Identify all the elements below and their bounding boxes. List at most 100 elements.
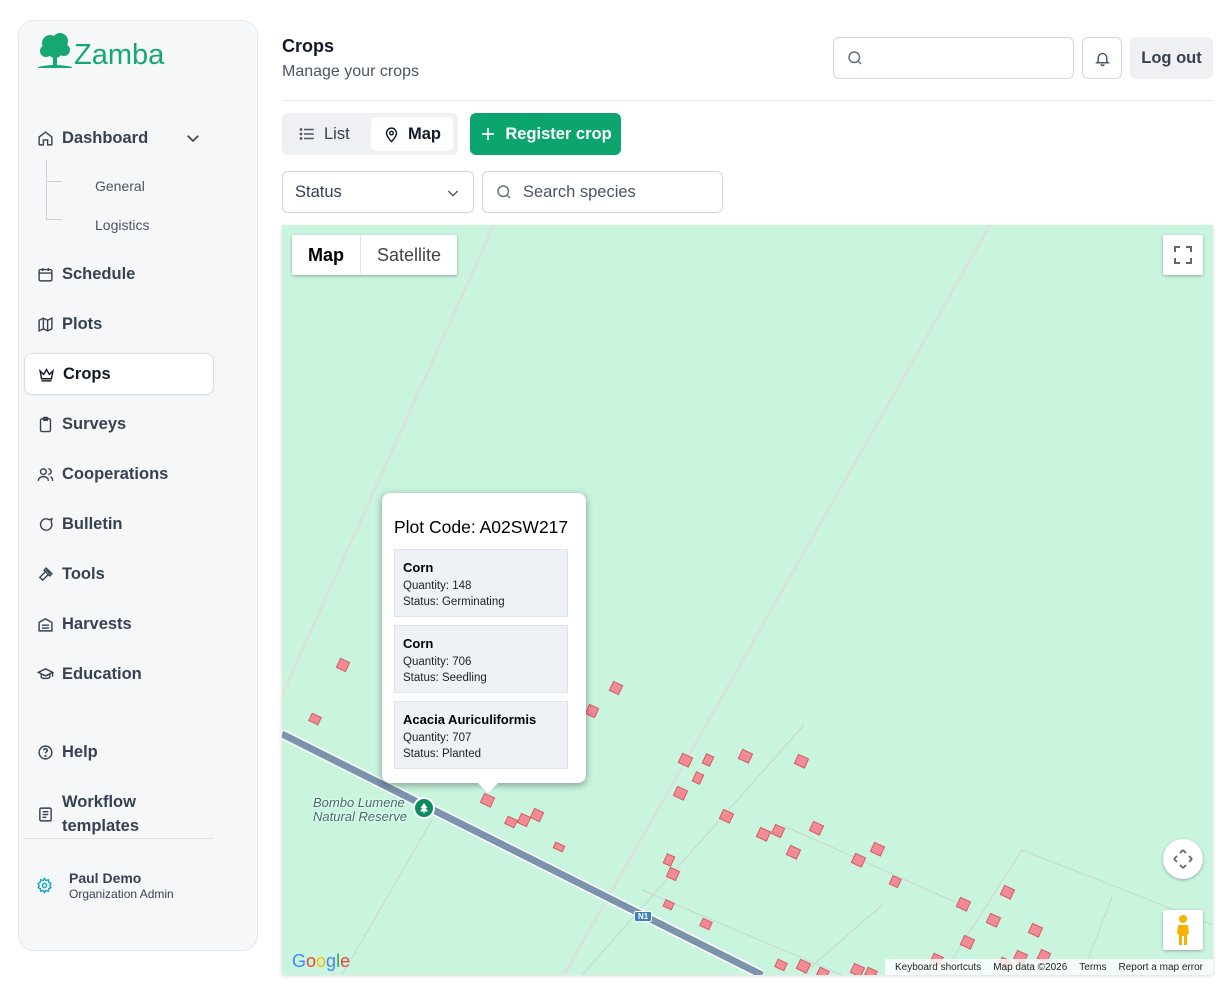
sidebar-item-label: Workflow templates [62,790,139,838]
plot-info-window: Plot Code: A02SW217 Corn Quantity: 148 S… [382,493,586,793]
fullscreen-button[interactable] [1163,235,1203,275]
logout-button[interactable]: Log out [1130,37,1213,79]
sidebar-item-bulletin[interactable]: Bulletin [24,503,214,545]
crop-card[interactable]: Acacia Auriculiformis Quantity: 707 Stat… [394,701,568,769]
crop-list: Corn Quantity: 148 Status: Germinating C… [394,549,568,777]
sidebar-item-education[interactable]: Education [24,653,214,695]
chevron-down-icon [445,185,461,206]
submenu-tree-line [46,160,47,220]
map-view-button[interactable]: Map [371,117,453,151]
list-icon [298,125,316,143]
sidebar-divider [24,838,214,839]
crop-card[interactable]: Corn Quantity: 706 Status: Seedling [394,625,568,693]
clipboard-icon [36,415,54,433]
sidebar-item-help[interactable]: Help [24,731,214,773]
register-crop-label: Register crop [505,124,612,143]
species-search-input[interactable] [523,182,713,202]
bell-icon [1094,50,1111,67]
submenu-tree-hook [46,219,62,220]
sidebar-item-crops[interactable]: Crops [24,353,214,395]
plot-code-value: A02SW217 [479,517,569,537]
settings-icon[interactable] [36,877,53,894]
search-icon [495,183,513,201]
sidebar-subitem-logistics[interactable]: Logistics [95,217,149,233]
tree-logo-icon [38,33,72,68]
park-pin-icon[interactable] [413,797,435,819]
sidebar-item-harvests[interactable]: Harvests [24,603,214,645]
crop-quantity: Quantity: 148 [403,580,472,592]
sidebar-item-surveys[interactable]: Surveys [24,403,214,445]
crop-status: Status: Planted [403,748,481,760]
crop-quantity: Quantity: 707 [403,732,472,744]
map-type-map-button[interactable]: Map [292,235,360,275]
pegman-icon [1174,914,1192,946]
sidebar-item-plots[interactable]: Plots [24,303,214,345]
crop-quantity: Quantity: 706 [403,656,472,668]
sidebar-item-tools[interactable]: Tools [24,553,214,595]
header-search-input[interactable] [872,49,1062,67]
species-search[interactable] [482,171,723,213]
sidebar-item-label: Plots [62,314,103,333]
warehouse-icon [36,615,54,633]
crop-name: Corn [403,560,434,575]
google-logo: Google [292,951,350,972]
list-view-button[interactable]: List [286,117,362,151]
page-subtitle: Manage your crops [282,63,419,80]
map-attribution: Keyboard shortcuts Map data ©2026 Terms … [885,959,1213,975]
terms-link[interactable]: Terms [1079,962,1106,973]
map-type-satellite-button[interactable]: Satellite [361,235,457,275]
sidebar-item-cooperations[interactable]: Cooperations [24,453,214,495]
street-view-button[interactable] [1163,910,1203,950]
map-data-text: Map data ©2026 [993,961,1068,973]
register-crop-button[interactable]: Register crop [470,113,621,155]
move-arrows-icon [1171,847,1195,871]
crop-name: Acacia Auriculiformis [403,712,537,727]
sidebar-item-label: Cooperations [62,464,169,483]
notifications-button[interactable] [1082,37,1122,79]
sidebar-subitem-general[interactable]: General [95,178,145,194]
sidebar-item-label: Surveys [62,414,127,433]
sidebar-item-label: Help [62,742,98,761]
google-logo-letter: o [306,951,317,971]
sidebar-item-label-line1: Workflow [62,793,136,811]
sidebar-item-label-line2: templates [62,817,140,835]
map-icon [36,315,54,333]
plus-icon [479,125,497,143]
user-profile[interactable]: Paul Demo Organization Admin [36,870,174,901]
google-logo-letter: g [326,951,337,971]
brand-logo[interactable]: Zamba [38,30,164,70]
camera-control-button[interactable] [1163,839,1203,879]
help-circle-icon [36,743,54,761]
chevron-down-icon[interactable] [184,129,202,152]
header-search[interactable] [833,37,1074,79]
submenu-tree-hook [46,181,62,182]
crop-status: Status: Germinating [403,596,505,608]
hammer-icon [36,565,54,583]
sidebar-item-label: Crops [63,364,111,383]
graduation-cap-icon [36,665,54,683]
sidebar-item-workflow-templates[interactable]: Workflow templates [24,789,214,839]
chat-icon [36,515,54,533]
crop-card[interactable]: Corn Quantity: 148 Status: Germinating [394,549,568,617]
report-error-link[interactable]: Report a map error [1119,962,1203,973]
brand-name: Zamba [74,39,165,71]
map-canvas[interactable]: Bombo Lumene Natural Reserve N1 Map Sate… [282,225,1213,975]
sidebar-item-schedule[interactable]: Schedule [24,253,214,295]
status-select[interactable]: Status [282,171,474,213]
view-toggle: List Map [282,113,458,155]
home-icon [36,129,54,147]
crop-name: Corn [403,636,434,651]
info-window-title: Plot Code: A02SW217 [394,517,569,537]
reserve-label: Bombo Lumene Natural Reserve [313,796,407,824]
crown-icon [37,365,55,383]
page-title: Crops [282,36,335,56]
keyboard-shortcuts-link[interactable]: Keyboard shortcuts [895,962,981,973]
sidebar-item-label: Education [62,664,142,683]
calendar-icon [36,265,54,283]
reserve-label-line1: Bombo Lumene [313,795,405,810]
google-logo-letter: e [340,951,351,971]
document-icon [36,805,54,823]
road-shield: N1 [634,911,653,922]
sidebar-item-dashboard[interactable]: Dashboard [24,117,214,159]
reserve-label-line2: Natural Reserve [313,809,407,824]
